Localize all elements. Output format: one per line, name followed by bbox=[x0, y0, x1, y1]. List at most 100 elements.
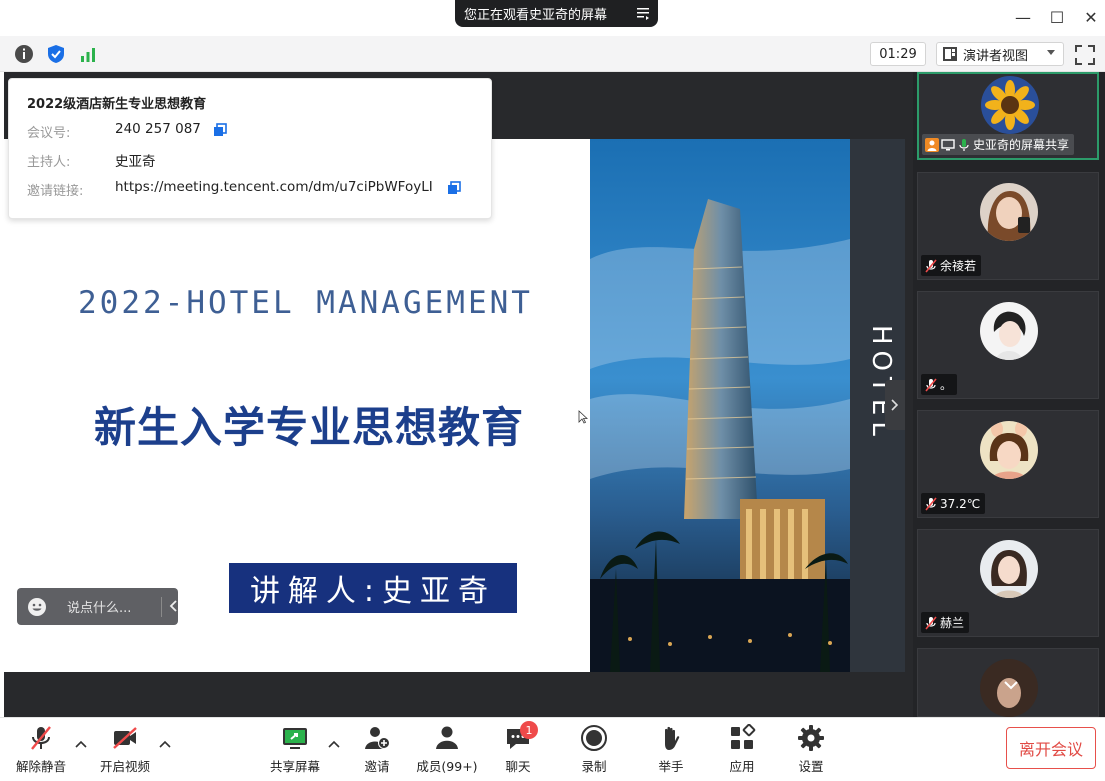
chevron-up-icon[interactable] bbox=[328, 740, 340, 748]
chevron-left-icon[interactable] bbox=[169, 599, 179, 613]
fullscreen-icon[interactable] bbox=[1074, 44, 1096, 66]
unmute-label: 解除静音 bbox=[15, 759, 66, 774]
meeting-title: 2022级酒店新生专业思想教育 bbox=[27, 97, 207, 112]
hotel-tower-photo bbox=[590, 139, 850, 672]
participant-name: 37.2℃ bbox=[940, 496, 981, 511]
collapse-participants-button[interactable] bbox=[885, 380, 905, 430]
participant-tile[interactable]: 37.2℃ bbox=[917, 410, 1099, 518]
mic-muted-icon bbox=[31, 726, 51, 750]
info-icon[interactable] bbox=[14, 44, 34, 64]
participant-name: 赫兰 bbox=[940, 616, 965, 630]
meeting-info-card: 2022级酒店新生专业思想教育 会议号: 240 257 087 主持人: 史亚… bbox=[8, 78, 492, 219]
record-label: 录制 bbox=[581, 759, 607, 774]
chevron-down-icon[interactable] bbox=[1003, 679, 1019, 691]
participant-name-tag: 37.2℃ bbox=[921, 493, 986, 514]
mouse-cursor-icon bbox=[578, 410, 588, 424]
hand-icon bbox=[665, 726, 680, 750]
speaker-view-icon bbox=[943, 47, 957, 61]
participant-name: 史亚奇的屏幕共享 bbox=[973, 138, 1070, 152]
participant-name-tag: 赫兰 bbox=[921, 612, 970, 633]
participant-tile[interactable]: 。 bbox=[917, 291, 1099, 399]
participant-list: 史亚奇的屏幕共享 余祾若 。 37.2℃ 赫兰 bbox=[913, 72, 1105, 717]
mic-muted-icon bbox=[925, 377, 937, 392]
meeting-timer: 01:29 bbox=[870, 42, 926, 66]
screen-share-banner[interactable]: 您正在观看史亚奇的屏幕 bbox=[455, 0, 658, 27]
add-user-icon bbox=[365, 727, 390, 749]
minimize-button[interactable]: — bbox=[1012, 7, 1034, 27]
gear-icon bbox=[798, 725, 824, 751]
share-screen-label: 共享屏幕 bbox=[269, 759, 320, 774]
avatar bbox=[980, 183, 1038, 241]
avatar bbox=[980, 421, 1038, 479]
screen-share-icon bbox=[941, 138, 955, 150]
invite-link-value[interactable]: https://meeting.tencent.com/dm/u7ciPbWFo… bbox=[115, 179, 433, 195]
close-button[interactable]: ✕ bbox=[1080, 7, 1102, 27]
meeting-toolbar: 01:29 演讲者视图 bbox=[0, 36, 1105, 72]
start-video-button[interactable]: 开启视频 bbox=[90, 722, 160, 778]
raise-hand-button[interactable]: 举手 bbox=[636, 722, 706, 778]
avatar bbox=[981, 76, 1039, 134]
apps-label: 应用 bbox=[729, 759, 755, 774]
title-bar: 您正在观看史亚奇的屏幕 — ☐ ✕ bbox=[0, 0, 1105, 36]
members-button[interactable]: 成员(99+) bbox=[412, 722, 482, 778]
view-mode-dropdown[interactable]: 演讲者视图 bbox=[936, 42, 1064, 66]
mic-muted-icon bbox=[925, 615, 937, 630]
maximize-button[interactable]: ☐ bbox=[1046, 7, 1068, 27]
host-icon bbox=[925, 137, 939, 152]
host-label: 主持人: bbox=[27, 155, 71, 170]
copy-link-icon[interactable] bbox=[447, 181, 461, 195]
chevron-up-icon[interactable] bbox=[159, 740, 171, 748]
camera-off-icon bbox=[113, 727, 137, 749]
apps-button[interactable]: 应用 bbox=[707, 722, 777, 778]
mic-muted-icon bbox=[925, 496, 937, 511]
chevron-down-icon bbox=[1047, 50, 1055, 55]
participant-name-tag: 余祾若 bbox=[921, 255, 982, 276]
slide-heading-zh: 新生入学专业思想教育 bbox=[94, 403, 525, 452]
participant-tile[interactable]: 赫兰 bbox=[917, 529, 1099, 637]
invite-label: 邀请 bbox=[364, 759, 390, 774]
share-screen-icon bbox=[283, 728, 307, 749]
chevron-right-icon bbox=[891, 399, 899, 411]
raise-hand-label: 举手 bbox=[658, 759, 684, 774]
participant-name: 余祾若 bbox=[940, 259, 977, 273]
quick-chat-placeholder: 说点什么... bbox=[67, 601, 132, 616]
meeting-window: 您正在观看史亚奇的屏幕 — ☐ ✕ 01:29 演讲者视图 2022-HOTEL… bbox=[0, 0, 1105, 781]
avatar bbox=[980, 302, 1038, 360]
divider bbox=[161, 597, 162, 617]
invite-button[interactable]: 邀请 bbox=[342, 722, 412, 778]
emoji-icon[interactable] bbox=[27, 597, 47, 617]
chevron-up-icon[interactable] bbox=[75, 740, 87, 748]
avatar bbox=[980, 540, 1038, 598]
mic-muted-icon bbox=[925, 258, 937, 273]
participant-tile[interactable]: 史亚奇的屏幕共享 bbox=[917, 72, 1099, 160]
members-label: 成员(99+) bbox=[416, 759, 478, 774]
chat-button[interactable]: 聊天 bbox=[483, 722, 553, 778]
unmute-button[interactable]: 解除静音 bbox=[6, 722, 76, 778]
quick-chat-input[interactable]: 说点什么... bbox=[17, 588, 178, 625]
meeting-id-label: 会议号: bbox=[27, 126, 71, 141]
control-bar: 解除静音 开启视频 共享屏幕 邀请 成员(99+) 聊天 1 录制 举手 应用 … bbox=[0, 717, 1105, 781]
invite-link-label: 邀请链接: bbox=[27, 184, 84, 199]
participant-name: 。 bbox=[940, 378, 953, 392]
leave-meeting-button[interactable]: 离开会议 bbox=[1006, 727, 1096, 769]
settings-button[interactable]: 设置 bbox=[776, 722, 846, 778]
shield-icon[interactable] bbox=[46, 44, 66, 64]
meeting-id-value: 240 257 087 bbox=[115, 121, 201, 137]
participant-name-tag: 史亚奇的屏幕共享 bbox=[922, 134, 1075, 155]
chat-unread-badge: 1 bbox=[520, 721, 538, 739]
host-value: 史亚奇 bbox=[115, 154, 156, 170]
share-screen-button[interactable]: 共享屏幕 bbox=[260, 722, 330, 778]
slide-speaker-banner: 讲解人:史亚奇 bbox=[229, 563, 517, 613]
copy-id-icon[interactable] bbox=[213, 123, 227, 137]
apps-icon bbox=[731, 724, 756, 749]
participant-tile[interactable]: 余祾若 bbox=[917, 172, 1099, 280]
start-video-label: 开启视频 bbox=[99, 759, 150, 774]
list-menu-icon[interactable] bbox=[637, 6, 649, 20]
record-button[interactable]: 录制 bbox=[559, 722, 629, 778]
signal-icon[interactable] bbox=[78, 44, 98, 64]
chat-label: 聊天 bbox=[505, 759, 531, 774]
view-mode-label: 演讲者视图 bbox=[963, 48, 1029, 64]
settings-label: 设置 bbox=[798, 759, 824, 774]
participant-name-tag: 。 bbox=[921, 374, 958, 395]
slide-heading-en: 2022-HOTEL MANAGEMENT bbox=[78, 285, 533, 321]
